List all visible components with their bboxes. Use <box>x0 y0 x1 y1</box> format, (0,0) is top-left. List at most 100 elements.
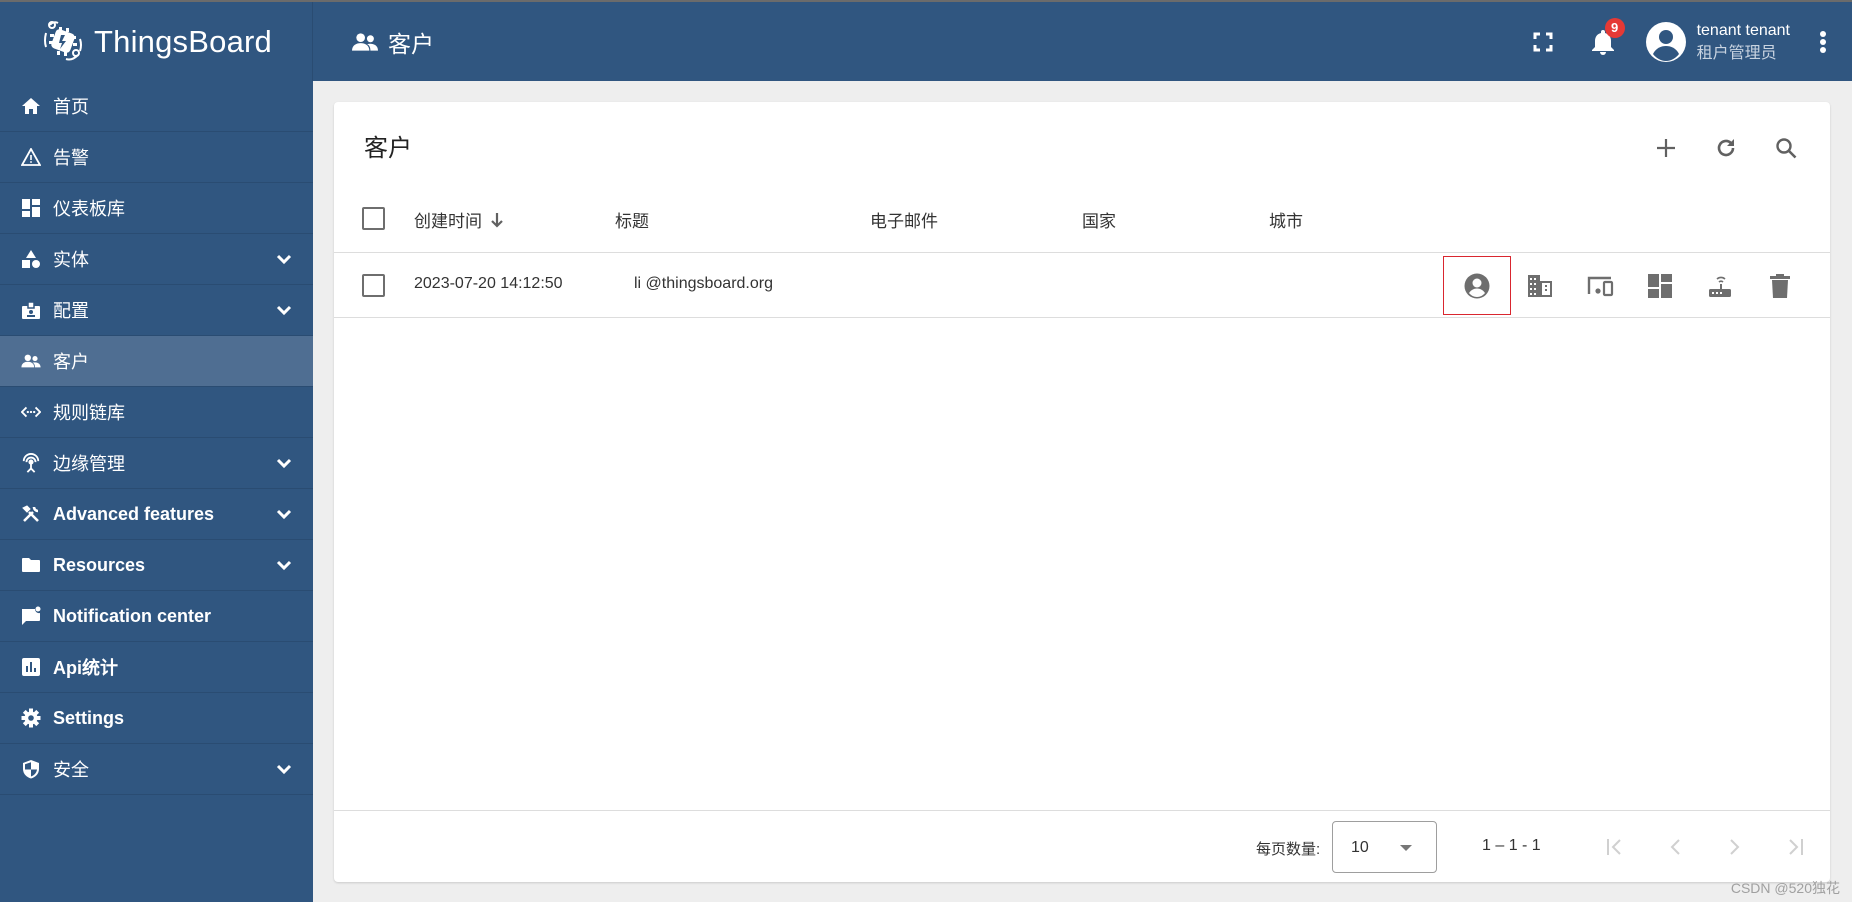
account-circle-icon <box>1464 273 1490 298</box>
devices-other-icon <box>1587 276 1614 296</box>
column-header-created-time[interactable]: 创建时间 <box>414 207 504 232</box>
brand-name: ThingsBoard <box>94 23 272 59</box>
sidebar-item-dashboards[interactable]: 仪表板库 <box>0 183 313 234</box>
first-page-button[interactable] <box>1590 823 1640 871</box>
chevron-left-icon <box>1670 839 1680 855</box>
pager-buttons <box>1580 823 1820 871</box>
card-toolbar <box>1630 124 1810 172</box>
more-vert-icon <box>1820 30 1826 53</box>
row-actions <box>1443 253 1810 318</box>
sidebar-item-label: 告警 <box>53 148 89 168</box>
page-range: 1 – 1 - 1 <box>1482 837 1541 854</box>
refresh-button[interactable] <box>1702 124 1750 172</box>
badge-icon <box>21 300 41 320</box>
supervisor-account-icon <box>21 351 41 371</box>
supervisor-account-icon <box>352 32 378 51</box>
fullscreen-button[interactable] <box>1523 22 1563 62</box>
card-title: 客户 <box>364 135 412 162</box>
user-name: tenant tenant <box>1696 21 1790 39</box>
add-customer-button[interactable] <box>1642 124 1690 172</box>
last-page-icon <box>1789 839 1803 855</box>
sidebar-item-profiles[interactable]: 配置 <box>0 285 313 336</box>
sidebar-item-notification-center[interactable]: Notification center <box>0 591 313 642</box>
search-icon <box>1776 138 1797 159</box>
chevron-right-icon <box>1730 839 1740 855</box>
manage-customer-assets-button[interactable] <box>1510 256 1570 316</box>
delete-icon <box>1770 273 1790 298</box>
per-page-value: 10 <box>1351 839 1369 856</box>
security-icon <box>21 759 41 779</box>
sidebar-item-label: Resources <box>53 554 146 575</box>
dashboard-icon <box>21 198 41 218</box>
router-icon <box>21 453 41 473</box>
sidebar-item-label: 配置 <box>53 301 89 321</box>
category-icon <box>21 249 41 269</box>
column-header-country[interactable]: 国家 <box>1082 207 1116 232</box>
watermark: CSDN @520独花 <box>1730 880 1840 896</box>
manage-customer-edges-button[interactable] <box>1690 256 1750 316</box>
chevron-down-icon <box>276 509 292 520</box>
per-page-label: 每页数量: <box>1256 841 1321 858</box>
per-page-select[interactable]: 10 <box>1332 821 1437 873</box>
add-icon <box>1657 139 1675 157</box>
customers-card: 客户 创建时间 标题 电子邮件 国家 城市 2023-07-20 14:12:5… <box>334 102 1830 882</box>
notifications-button[interactable]: 9 <box>1583 17 1625 62</box>
first-page-icon <box>1607 839 1621 855</box>
sidebar-item-rule-chains[interactable]: 规则链库 <box>0 387 313 438</box>
column-label: 创建时间 <box>414 212 482 231</box>
column-header-title[interactable]: 标题 <box>615 207 649 232</box>
sidebar-item-label: 首页 <box>53 97 89 117</box>
gear-icon <box>21 708 41 728</box>
delete-customer-button[interactable] <box>1750 256 1810 316</box>
chevron-down-icon <box>276 764 292 775</box>
row-checkbox[interactable] <box>362 274 385 297</box>
sidebar-item-label: 规则链库 <box>53 403 125 423</box>
select-all-checkbox[interactable] <box>362 207 385 230</box>
sidebar-item-label: Notification center <box>53 605 212 626</box>
chevron-down-icon <box>276 560 292 571</box>
notification-badge: 9 <box>1604 17 1625 38</box>
home-icon <box>21 96 41 116</box>
sidebar-item-label: Settings <box>53 707 125 728</box>
user-role: 租户管理员 <box>1696 44 1777 62</box>
sidebar-item-label: 实体 <box>53 250 89 270</box>
sidebar-item-home[interactable]: 首页 <box>0 81 313 132</box>
column-header-email[interactable]: 电子邮件 <box>870 207 938 232</box>
dropdown-arrow-icon <box>1400 845 1412 851</box>
fullscreen-icon <box>1533 32 1553 51</box>
sidebar-item-alarms[interactable]: 告警 <box>0 132 313 183</box>
sidebar-item-entities[interactable]: 实体 <box>0 234 313 285</box>
arrow-downward-icon <box>491 212 503 228</box>
manage-customer-dashboards-button[interactable] <box>1630 256 1690 316</box>
paginator: 每页数量: 10 1 – 1 - 1 <box>334 810 1830 882</box>
dashboard-icon <box>1648 273 1672 298</box>
warning-icon <box>21 147 41 167</box>
sidebar-item-settings[interactable]: Settings <box>0 693 313 744</box>
sidebar-item-security[interactable]: 安全 <box>0 744 313 795</box>
folder-icon <box>21 555 41 575</box>
cell-title: li @thingsboard.org <box>634 275 773 292</box>
sidebar-item-edge-management[interactable]: 边缘管理 <box>0 438 313 489</box>
table-row[interactable]: 2023-07-20 14:12:50 li @thingsboard.org <box>334 253 1830 318</box>
column-header-city[interactable]: 城市 <box>1269 207 1303 232</box>
search-button[interactable] <box>1762 124 1810 172</box>
manage-customer-devices-button[interactable] <box>1570 256 1630 316</box>
sidebar-item-api-usage[interactable]: Api统计 <box>0 642 313 693</box>
refresh-icon <box>1717 139 1735 157</box>
sidebar-item-resources[interactable]: Resources <box>0 540 313 591</box>
last-page-button[interactable] <box>1770 823 1820 871</box>
logo[interactable]: ThingsBoard <box>0 2 313 81</box>
page-title: 客户 <box>388 30 434 57</box>
next-page-button[interactable] <box>1710 823 1760 871</box>
thingsboard-logo-icon <box>44 20 83 60</box>
user-menu[interactable]: tenant tenant 租户管理员 <box>1645 19 1790 65</box>
sidebar-item-label: 边缘管理 <box>53 454 125 474</box>
manage-customer-users-button[interactable] <box>1443 256 1511 315</box>
mark-chat-unread-icon <box>21 606 41 626</box>
sidebar-item-advanced-features[interactable]: Advanced features <box>0 489 313 540</box>
cell-created-time: 2023-07-20 14:12:50 <box>414 275 563 292</box>
more-menu-button[interactable] <box>1808 22 1838 62</box>
previous-page-button[interactable] <box>1650 823 1700 871</box>
page-heading: 客户 <box>352 2 434 81</box>
sidebar-item-customers[interactable]: 客户 <box>0 336 313 387</box>
